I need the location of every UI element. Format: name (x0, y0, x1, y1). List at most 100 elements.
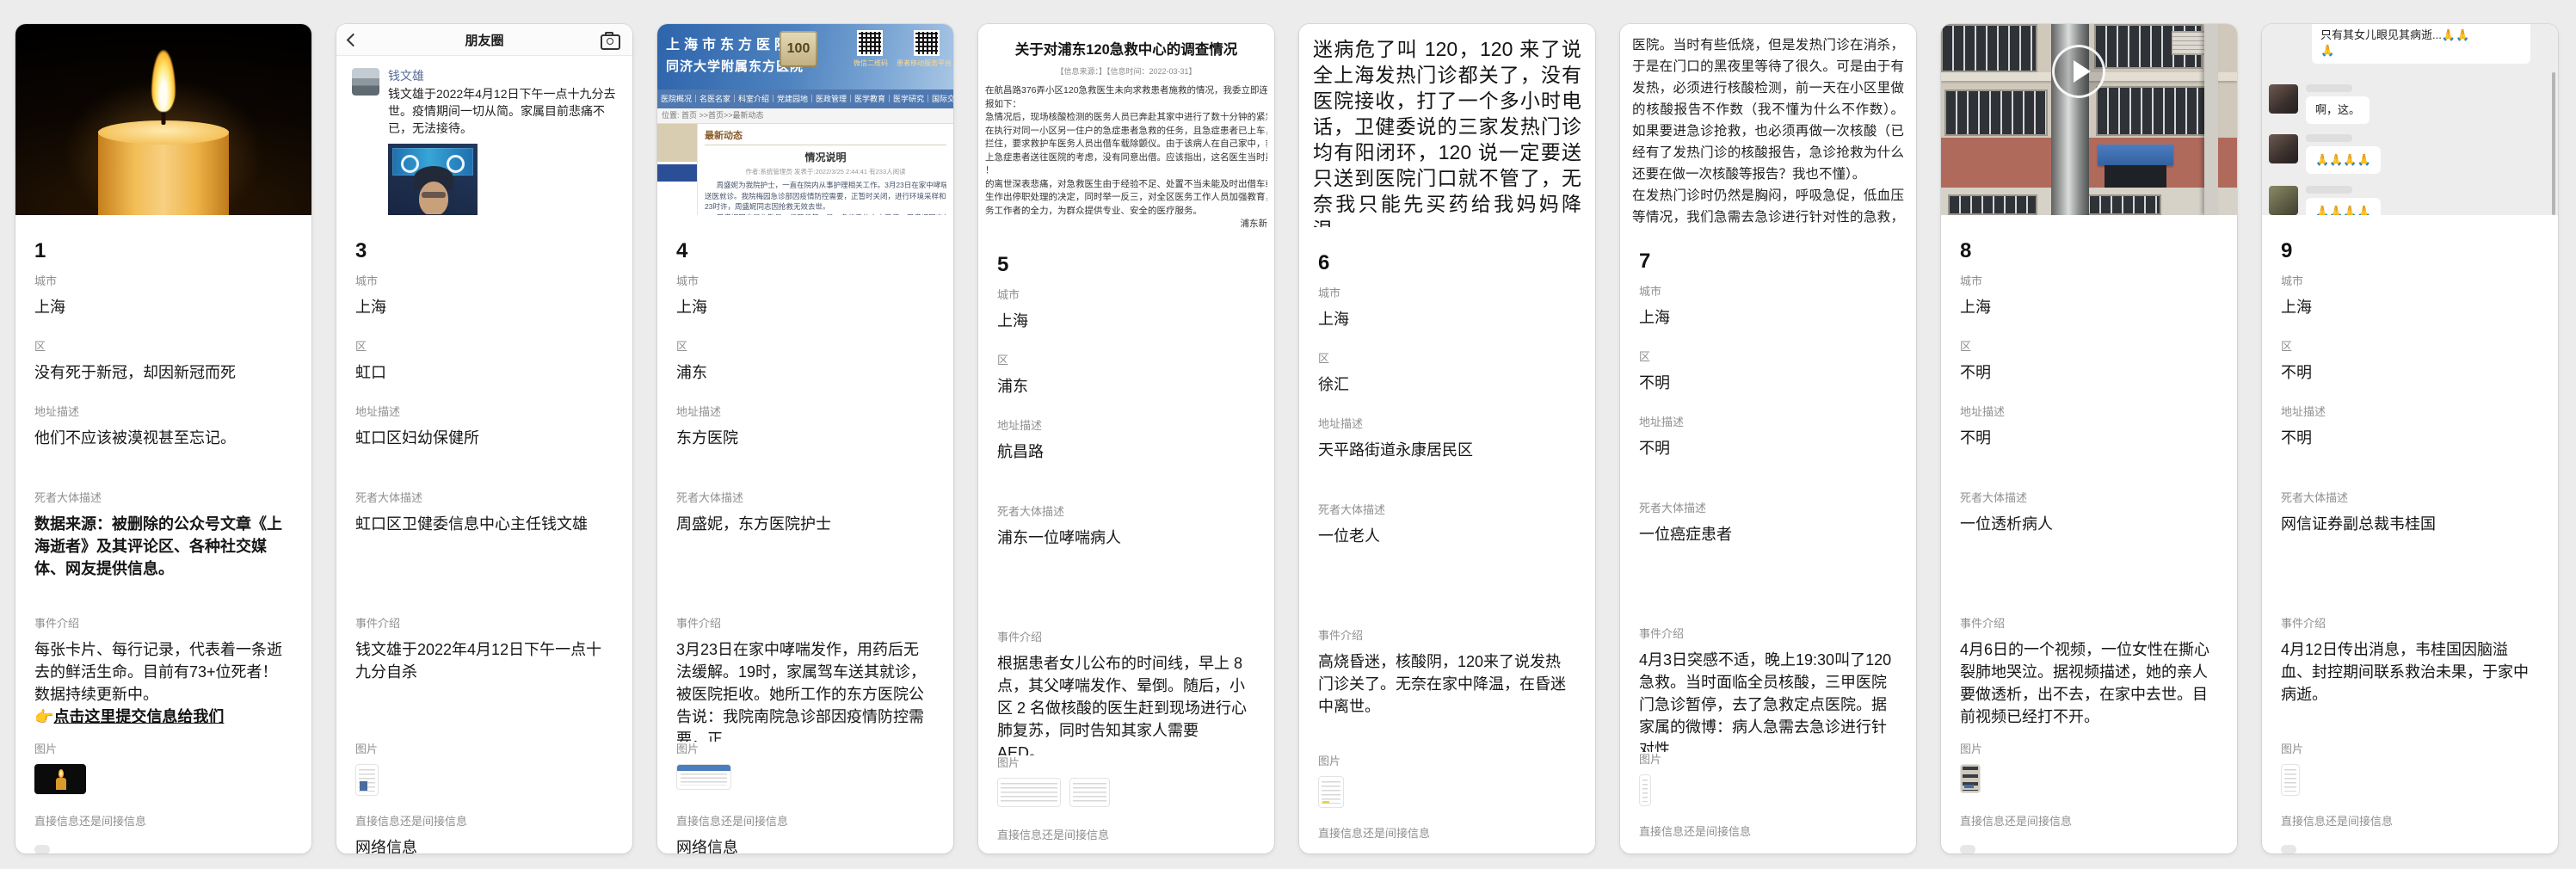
news-tab: 最新动态 (705, 128, 946, 145)
image-thumbnail[interactable] (1639, 774, 1651, 806)
wechat-moments-cover-image: 朋友圈 钱文雄 钱文雄于2022年4月12日下午一点十九分去世。疫情期间一切从简… (336, 24, 632, 215)
image-thumbnail[interactable] (997, 778, 1061, 807)
image-thumbnail[interactable] (2281, 764, 2300, 796)
pointing-hand-icon: 👉 (34, 708, 53, 725)
chat-message: 🙏 (2320, 43, 2522, 59)
play-button-icon[interactable] (2052, 45, 2105, 98)
post-photo (388, 144, 478, 215)
report-line: ！ (985, 164, 1267, 178)
chat-message: 🙏🙏🙏🙏 (2306, 198, 2381, 215)
field-label-direct: 直接信息还是间接信息 (34, 814, 293, 829)
field-label-address: 地址描述 (34, 404, 293, 420)
avatar (2269, 134, 2298, 163)
qr-code-icon (914, 30, 940, 56)
chat-bubble: 只有其女儿眼见其病逝...🙏🙏 🙏 (2312, 24, 2530, 64)
image-thumbnail[interactable] (1069, 778, 1110, 807)
image-thumbnail[interactable] (1960, 764, 1981, 793)
blurred-username (2306, 186, 2352, 194)
statement-line: 送医就诊。我院梅园急诊部因疫情防控需要，正暂时关闭，进行环境采样和消毒。家属遂将… (705, 191, 946, 202)
record-card-3[interactable]: 朋友圈 钱文雄 钱文雄于2022年4月12日下午一点十九分去世。疫情期间一切从简… (336, 24, 632, 854)
hospital-name-cn: 上海市东方医院 (666, 33, 792, 53)
field-label-deceased: 死者大体描述 (997, 504, 1255, 520)
moments-title: 朋友圈 (465, 31, 503, 49)
field-label-images: 图片 (34, 742, 293, 757)
field-value-address: 不明 (1639, 437, 1897, 459)
record-card-5[interactable]: 关于对浦东120急救中心的调查情况 【信息来源：】【信息时间：2022-03-3… (978, 24, 1274, 854)
hospital-site-cover-image: 上海市东方医院 同济大学附属东方医院 100 微信二维码 患者移动服务平台 医院… (657, 24, 953, 215)
avatar (2269, 186, 2298, 215)
empty-value-pill (34, 845, 50, 854)
field-value-district: 不明 (2281, 361, 2539, 384)
report-line: 报如下： (985, 98, 1267, 112)
avatar (352, 68, 379, 96)
report-document-cover-image: 关于对浦东120急救中心的调查情况 【信息来源：】【信息时间：2022-03-3… (978, 24, 1274, 229)
sidebar-block (657, 124, 697, 162)
field-label-images: 图片 (676, 742, 934, 757)
image-thumbnail[interactable] (355, 764, 379, 796)
field-value-address: 东方医院 (676, 427, 934, 449)
field-label-event: 事件介绍 (1639, 626, 1897, 642)
scrollbar[interactable] (2552, 72, 2555, 215)
window (2096, 86, 2206, 136)
field-label-images: 图片 (1639, 752, 1897, 767)
field-label-district: 区 (1960, 339, 2218, 354)
field-label-direct: 直接信息还是间接信息 (676, 814, 934, 829)
record-card-4[interactable]: 上海市东方医院 同济大学附属东方医院 100 微信二维码 患者移动服务平台 医院… (657, 24, 953, 854)
back-chevron-icon (347, 34, 361, 47)
report-line: 生作出停职处理的决定，同时举一反三，对全区医务工作人员加强教育，在当前 (985, 191, 1267, 205)
video-cover-image (1941, 24, 2237, 215)
field-label-event: 事件介绍 (676, 616, 934, 632)
field-label-district: 区 (2281, 339, 2539, 354)
report-line: 在执行对同一小区另一住户的急症患者急救的任务，且急症患者已上车，急救车 (985, 125, 1267, 139)
field-value-district: 浦东 (676, 361, 934, 384)
record-card-6[interactable]: 迷病危了叫 120，120 来了说全上海发热门诊都关了，没有医院接收，打了一个多… (1299, 24, 1595, 854)
field-value-city: 上海 (34, 296, 293, 318)
field-label-deceased: 死者大体描述 (2281, 490, 2539, 506)
field-label-event: 事件介绍 (34, 616, 293, 632)
avatar (2269, 84, 2298, 114)
submit-info-link[interactable]: 点击这里提交信息给我们 (53, 708, 224, 725)
field-label-district: 区 (676, 339, 934, 354)
record-card-7[interactable]: 医院。当时有些低烧，但是发热门诊在消杀，于是在门口的黑夜里等待了很久。可是由于有… (1620, 24, 1916, 854)
empty-value-pill (2281, 845, 2296, 854)
field-label-direct: 直接信息还是间接信息 (355, 814, 613, 829)
field-label-images: 图片 (2281, 742, 2539, 757)
qr-caption: 微信二维码 (854, 59, 888, 68)
record-card-8[interactable]: 8 城市上海 区不明 地址描述不明 死者大体描述一位透析病人 事件介绍4月6日的… (1941, 24, 2237, 854)
hospital-site-navbar: 医院概况｜名医名家｜科室介绍｜党建园地｜医政管理｜医学教育｜医学研究｜国际交流｜… (657, 89, 953, 108)
qr-code-icon (857, 30, 883, 56)
chat-message: 啊，这。 (2306, 96, 2370, 124)
card-number: 8 (1960, 237, 2218, 274)
field-label-event: 事件介绍 (1318, 628, 1576, 644)
chat-message: 🙏🙏🙏🙏 (2306, 146, 2381, 174)
field-label-event: 事件介绍 (2281, 616, 2539, 632)
qr-caption: 患者移动服务平台 (897, 59, 952, 68)
field-value-city: 上海 (1960, 296, 2218, 318)
blurred-username (2306, 84, 2352, 92)
image-thumbnail[interactable] (676, 764, 731, 790)
record-card-1[interactable]: 1 城市上海 区没有死于新冠，却因新冠而死 地址描述他们不应该被漠视甚至忘记。 … (15, 24, 311, 854)
field-label-images: 图片 (997, 755, 1255, 771)
field-label-deceased: 死者大体描述 (355, 490, 613, 506)
field-label-district: 区 (997, 353, 1255, 368)
image-thumbnail-candle[interactable] (34, 764, 86, 794)
field-label-address: 地址描述 (1318, 416, 1576, 432)
blurred-username (2306, 134, 2352, 142)
field-value-address: 他们不应该被漠视甚至忘记。 (34, 427, 293, 449)
text-screenshot-cover-image: 医院。当时有些低烧，但是发热门诊在消杀，于是在门口的黑夜里等待了很久。可是由于有… (1620, 24, 1916, 225)
field-label-district: 区 (355, 339, 613, 354)
card-number: 1 (34, 237, 293, 274)
card-number: 4 (676, 237, 934, 274)
image-thumbnail[interactable] (1318, 776, 1344, 808)
post-text: 钱文雄于2022年4月12日下午一点十九分去世。疫情期间一切从简。家属目前悲痛不… (388, 85, 622, 137)
field-value-address: 天平路街道永康居民区 (1318, 439, 1576, 461)
field-value-address: 虹口区妇幼保健所 (355, 427, 613, 449)
report-meta: 【信息来源：】【信息时间：2022-03-31】 (985, 65, 1267, 77)
record-card-9[interactable]: 只有其女儿眼见其病逝...🙏🙏 🙏 啊，这。 🙏🙏🙏🙏 🙏🙏🙏🙏 (2262, 24, 2558, 854)
chat-message: 只有其女儿眼见其病逝...🙏🙏 (2320, 28, 2522, 43)
field-label-city: 城市 (1960, 274, 2218, 289)
field-label-district: 区 (1318, 351, 1576, 367)
wall-band (1941, 138, 2237, 188)
card-number: 9 (2281, 237, 2539, 274)
field-label-deceased: 死者大体描述 (676, 490, 934, 506)
